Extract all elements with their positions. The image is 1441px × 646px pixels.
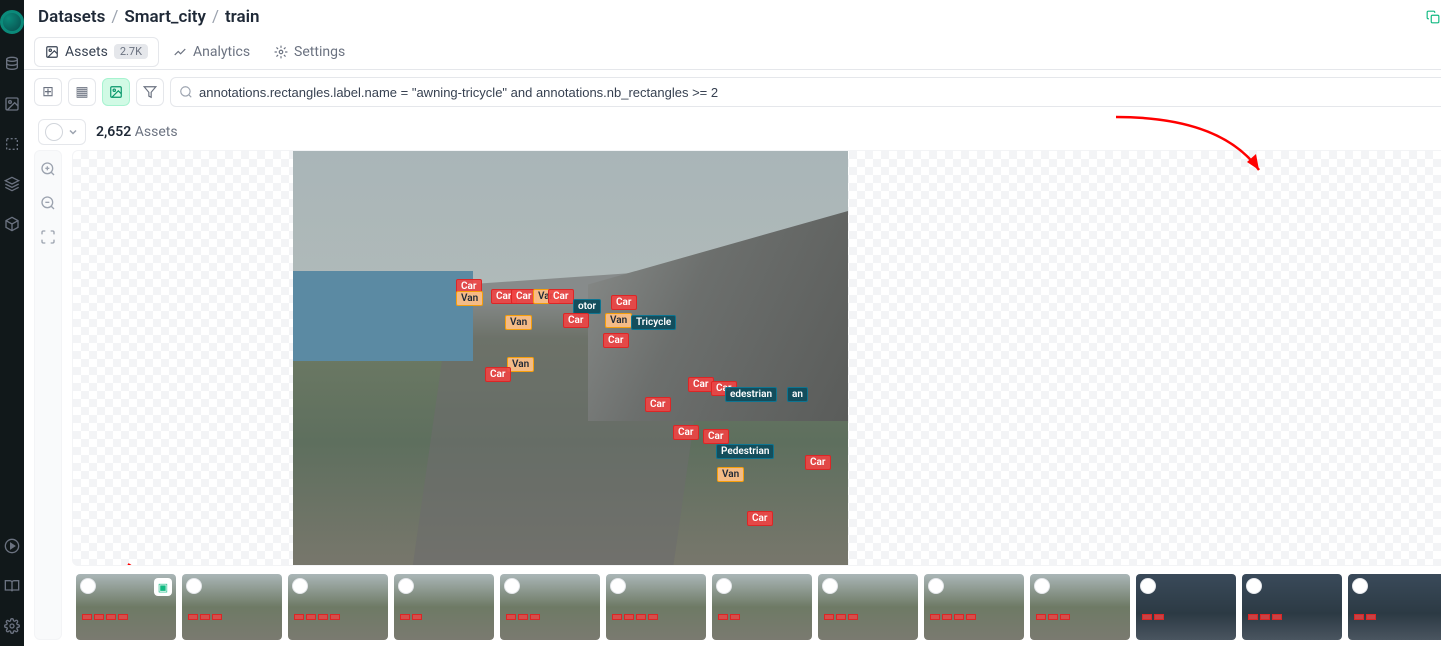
tab-analytics[interactable]: Analytics <box>163 38 260 66</box>
app-logo[interactable] <box>0 10 24 34</box>
table-view-button[interactable]: ▦ <box>68 78 96 106</box>
label-car[interactable]: Car <box>548 289 574 304</box>
assets-count-badge: 2.7K <box>114 44 148 59</box>
select-all-dropdown[interactable] <box>38 119 86 145</box>
content: Car Van Car Car Van Car otor Car Van Car… <box>24 150 1441 646</box>
viewer: Car Van Car Car Van Car otor Car Van Car… <box>72 150 1441 640</box>
thumbnail[interactable] <box>818 574 918 640</box>
breadcrumb-dataset[interactable]: Smart_city <box>124 7 206 27</box>
label-van[interactable]: Van <box>605 313 632 328</box>
fit-button[interactable] <box>40 229 56 249</box>
label-van[interactable]: Van <box>507 357 534 372</box>
search-icon <box>179 85 193 99</box>
label-car[interactable]: Car <box>611 295 637 310</box>
breadcrumb: Datasets / Smart_city / train <box>38 7 260 27</box>
label-van[interactable]: Van <box>717 467 744 482</box>
chart-icon <box>173 45 187 59</box>
label-van[interactable]: Van <box>456 291 483 306</box>
label-car[interactable]: Car <box>485 367 511 382</box>
thumbnail[interactable] <box>606 574 706 640</box>
tabbar: Assets 2.7K Analytics Settings <box>24 34 1441 70</box>
breadcrumb-root[interactable]: Datasets <box>38 7 105 27</box>
breadcrumb-sep: / <box>111 7 118 27</box>
tab-assets[interactable]: Assets 2.7K <box>34 37 159 67</box>
asset-count: 2,652 Assets <box>96 124 178 140</box>
label-car[interactable]: Car <box>673 425 699 440</box>
breadcrumb-split[interactable]: train <box>225 7 260 27</box>
layers-icon[interactable] <box>2 174 22 194</box>
image-canvas[interactable]: Car Van Car Car Van Car otor Car Van Car… <box>72 150 1441 566</box>
main: Datasets / Smart_city / train 0188baa8-d… <box>24 0 1441 646</box>
thumbnail-strip: ▣ <box>72 574 1441 640</box>
gear-icon <box>274 45 288 59</box>
grid-view-button[interactable]: ⊞ <box>34 78 62 106</box>
thumbnail[interactable] <box>712 574 812 640</box>
image-view-button[interactable] <box>102 78 130 106</box>
thumbnail[interactable] <box>1242 574 1342 640</box>
cube-icon[interactable] <box>2 214 22 234</box>
selection-icon[interactable] <box>2 134 22 154</box>
zoom-controls <box>34 150 62 640</box>
label-car[interactable]: Car <box>805 455 831 470</box>
dataset-hash[interactable]: 0188baa8-dd0e-724e-8550-5ffe023217b6 <box>1426 10 1441 25</box>
thumbnail[interactable] <box>1030 574 1130 640</box>
gear-icon[interactable] <box>2 616 22 636</box>
label-car[interactable]: Car <box>645 397 671 412</box>
chevron-down-icon <box>67 126 79 138</box>
count-bar: 2,652 Assets 11 / 11 Labels <box>24 114 1441 150</box>
topbar: Datasets / Smart_city / train 0188baa8-d… <box>24 0 1441 34</box>
label-van[interactable]: Van <box>505 315 532 330</box>
thumbnail[interactable] <box>1348 574 1441 640</box>
label-pedestrian[interactable]: an <box>787 387 808 402</box>
filter-button[interactable] <box>136 78 164 106</box>
query-search[interactable] <box>170 77 1441 107</box>
circle-icon <box>45 123 63 141</box>
label-car[interactable]: Car <box>563 313 589 328</box>
zoom-out-button[interactable] <box>40 195 56 215</box>
label-car[interactable]: Car <box>747 511 773 526</box>
image-icon: ▣ <box>154 578 172 596</box>
play-icon[interactable] <box>2 536 22 556</box>
breadcrumb-sep: / <box>212 7 219 27</box>
thumbnail[interactable] <box>288 574 388 640</box>
thumbnail[interactable] <box>182 574 282 640</box>
label-car[interactable]: Car <box>703 429 729 444</box>
image-icon[interactable] <box>2 94 22 114</box>
label-car[interactable]: Car <box>688 377 714 392</box>
zoom-in-button[interactable] <box>40 161 56 181</box>
label-pedestrian[interactable]: edestrian <box>725 387 777 402</box>
label-motor[interactable]: otor <box>573 299 601 314</box>
query-input[interactable] <box>199 85 1441 100</box>
toolbar: ⊞ ▦ <box>24 70 1441 114</box>
thumbnail[interactable] <box>1136 574 1236 640</box>
book-icon[interactable] <box>2 576 22 596</box>
image-icon <box>45 45 59 59</box>
copy-icon <box>1426 10 1440 24</box>
db-icon[interactable] <box>2 54 22 74</box>
annotation-arrow <box>123 559 273 566</box>
label-car[interactable]: Car <box>603 333 629 348</box>
thumbnail[interactable] <box>500 574 600 640</box>
thumbnail[interactable] <box>394 574 494 640</box>
thumbnail[interactable] <box>924 574 1024 640</box>
tab-settings[interactable]: Settings <box>264 38 355 66</box>
annotated-image: Car Van Car Car Van Car otor Car Van Car… <box>293 151 848 566</box>
app-sidenav <box>0 0 24 646</box>
image-icon <box>109 85 123 99</box>
filter-icon <box>143 85 157 99</box>
label-pedestrian[interactable]: Pedestrian <box>716 444 774 459</box>
thumbnail[interactable]: ▣ <box>76 574 176 640</box>
label-tricycle[interactable]: Tricycle <box>631 315 676 330</box>
